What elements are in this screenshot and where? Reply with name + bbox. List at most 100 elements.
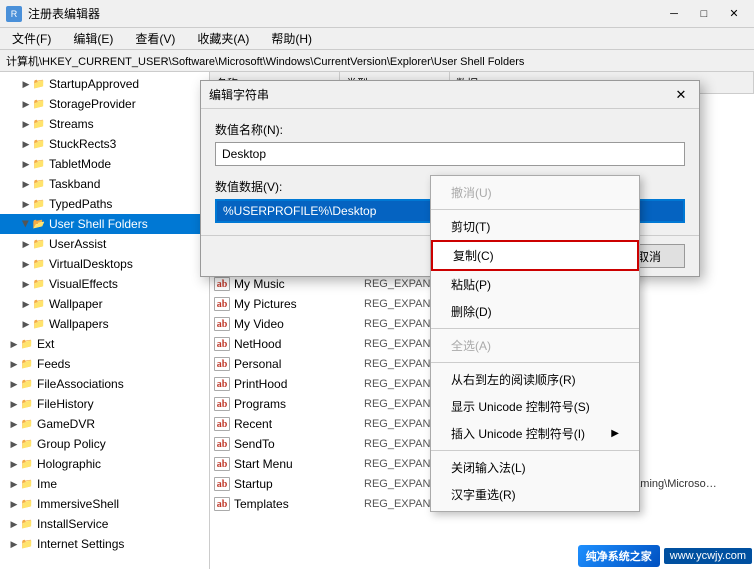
ctx-item-undo-label: 撤消(U): [451, 184, 492, 201]
ctx-item-delete[interactable]: 删除(D): [431, 298, 639, 325]
folder-icon: 📁: [20, 417, 34, 431]
tree-item-fileassociations[interactable]: ▶ 📁 FileAssociations: [0, 374, 209, 394]
address-bar: 计算机\HKEY_CURRENT_USER\Software\Microsoft…: [0, 50, 754, 72]
tree-item-taskband[interactable]: ▶ 📁 Taskband: [0, 174, 209, 194]
registry-value-icon: ab: [214, 297, 230, 311]
registry-value-icon: ab: [214, 377, 230, 391]
watermark-badge-text: 纯净系统之家: [586, 551, 652, 563]
tree-item-installservice[interactable]: ▶ 📁 InstallService: [0, 514, 209, 534]
ctx-item-unicode-control-label: 显示 Unicode 控制符号(S): [451, 398, 590, 415]
menu-favorites[interactable]: 收藏夹(A): [191, 28, 255, 49]
ctx-item-rtl-label: 从右到左的阅读顺序(R): [451, 371, 576, 388]
tree-arrow: ▶: [20, 138, 32, 150]
registry-value-name: SendTo: [234, 437, 364, 451]
tree-item-streams[interactable]: ▶ 📁 Streams: [0, 114, 209, 134]
ctx-item-close-ime[interactable]: 关闭输入法(L): [431, 454, 639, 481]
tree-item-wallpapers[interactable]: ▶ 📁 Wallpapers: [0, 314, 209, 334]
ctx-item-selectall[interactable]: 全选(A): [431, 332, 639, 359]
dialog-close-button[interactable]: ✕: [671, 85, 691, 105]
registry-value-icon: ab: [214, 357, 230, 371]
maximize-button[interactable]: □: [690, 3, 718, 25]
watermark-badge: 纯净系统之家: [578, 545, 660, 567]
tree-item-gamedvr[interactable]: ▶ 📁 GameDVR: [0, 414, 209, 434]
address-text: 计算机\HKEY_CURRENT_USER\Software\Microsoft…: [6, 53, 524, 69]
title-bar: R 注册表编辑器 ─ □ ✕: [0, 0, 754, 28]
tree-arrow: ▶: [8, 458, 20, 470]
tree-arrow: ▶: [8, 418, 20, 430]
tree-item-filehistory[interactable]: ▶ 📁 FileHistory: [0, 394, 209, 414]
ctx-item-rtl[interactable]: 从右到左的阅读顺序(R): [431, 366, 639, 393]
tree-item-feeds[interactable]: ▶ 📁 Feeds: [0, 354, 209, 374]
tree-item-typedpaths[interactable]: ▶ 📁 TypedPaths: [0, 194, 209, 214]
tree-item-ime[interactable]: ▶ 📁 Ime: [0, 474, 209, 494]
tree-arrow: ▶: [20, 98, 32, 110]
ctx-item-insert-unicode-label: 插入 Unicode 控制符号(I): [451, 425, 585, 442]
folder-icon: 📁: [32, 257, 46, 271]
tree-item-visualeffects[interactable]: ▶ 📁 VisualEffects: [0, 274, 209, 294]
ctx-item-paste[interactable]: 粘贴(P): [431, 271, 639, 298]
tree-item-storageprovider[interactable]: ▶ 📁 StorageProvider: [0, 94, 209, 114]
watermark-url: www.ycwjy.com: [664, 548, 752, 564]
dialog-name-input[interactable]: [215, 142, 685, 166]
tree-item-immersiveshell[interactable]: ▶ 📁 ImmersiveShell: [0, 494, 209, 514]
ctx-submenu-arrow: ▶: [611, 428, 619, 439]
tree-item-userassist[interactable]: ▶ 📁 UserAssist: [0, 234, 209, 254]
ctx-separator-3: [431, 362, 639, 363]
tree-panel: ▶ 📁 StartupApproved ▶ 📁 StorageProvider …: [0, 72, 210, 569]
ctx-item-copy[interactable]: 复制(C): [431, 240, 639, 271]
folder-icon: 📁: [20, 497, 34, 511]
menu-file[interactable]: 文件(F): [6, 28, 57, 49]
ctx-item-unicode-control[interactable]: 显示 Unicode 控制符号(S): [431, 393, 639, 420]
registry-value-name: Programs: [234, 397, 364, 411]
ctx-separator-1: [431, 209, 639, 210]
ctx-item-cut[interactable]: 剪切(T): [431, 213, 639, 240]
close-button[interactable]: ✕: [720, 3, 748, 25]
tree-item-wallpaper[interactable]: ▶ 📁 Wallpaper: [0, 294, 209, 314]
menu-edit[interactable]: 编辑(E): [67, 28, 119, 49]
tree-item-stuckrects3[interactable]: ▶ 📁 StuckRects3: [0, 134, 209, 154]
tree-arrow: ▶: [8, 398, 20, 410]
folder-icon: 📁: [20, 537, 34, 551]
ctx-item-insert-unicode[interactable]: 插入 Unicode 控制符号(I) ▶: [431, 420, 639, 447]
folder-icon: 📁: [20, 337, 34, 351]
tree-arrow: ▶: [20, 278, 32, 290]
registry-value-icon: ab: [214, 397, 230, 411]
watermark: 纯净系统之家 www.ycwjy.com: [578, 545, 752, 567]
tree-item-tabletmode[interactable]: ▶ 📁 TabletMode: [0, 154, 209, 174]
tree-item-holographic[interactable]: ▶ 📁 Holographic: [0, 454, 209, 474]
folder-icon: 📁: [32, 317, 46, 331]
tree-item-usershellfolders[interactable]: ▶ 📂 User Shell Folders: [0, 214, 209, 234]
folder-icon: 📁: [20, 517, 34, 531]
menu-view[interactable]: 查看(V): [129, 28, 181, 49]
tree-arrow: ▶: [8, 478, 20, 490]
folder-icon: 📁: [32, 97, 46, 111]
registry-value-icon: ab: [214, 417, 230, 431]
ctx-item-reconvert-label: 汉字重选(R): [451, 486, 516, 503]
tree-item-grouppolicy[interactable]: ▶ 📁 Group Policy: [0, 434, 209, 454]
tree-arrow: ▶: [20, 318, 32, 330]
dialog-title-bar: 编辑字符串 ✕: [201, 81, 699, 109]
minimize-button[interactable]: ─: [660, 3, 688, 25]
folder-icon: 📁: [32, 117, 46, 131]
registry-value-icon: ab: [214, 277, 230, 291]
ctx-item-reconvert[interactable]: 汉字重选(R): [431, 481, 639, 508]
folder-icon: 📁: [20, 377, 34, 391]
tree-item-internetsettings[interactable]: ▶ 📁 Internet Settings: [0, 534, 209, 554]
title-bar-left: R 注册表编辑器: [6, 5, 100, 22]
registry-value-icon: ab: [214, 337, 230, 351]
tree-arrow: ▶: [20, 78, 32, 90]
registry-value-icon: ab: [214, 497, 230, 511]
menu-help[interactable]: 帮助(H): [265, 28, 318, 49]
tree-arrow: ▶: [20, 218, 32, 230]
tree-item-virtualdesktops[interactable]: ▶ 📁 VirtualDesktops: [0, 254, 209, 274]
window-controls: ─ □ ✕: [660, 3, 748, 25]
tree-item-ext[interactable]: ▶ 📁 Ext: [0, 334, 209, 354]
folder-icon: 📁: [32, 157, 46, 171]
ctx-item-undo[interactable]: 撤消(U): [431, 179, 639, 206]
registry-value-name: Templates: [234, 497, 364, 511]
tree-item-startupapproved[interactable]: ▶ 📁 StartupApproved: [0, 74, 209, 94]
folder-icon: 📁: [20, 357, 34, 371]
tree-arrow: ▶: [8, 438, 20, 450]
tree-arrow: ▶: [20, 158, 32, 170]
registry-value-name: My Video: [234, 317, 364, 331]
